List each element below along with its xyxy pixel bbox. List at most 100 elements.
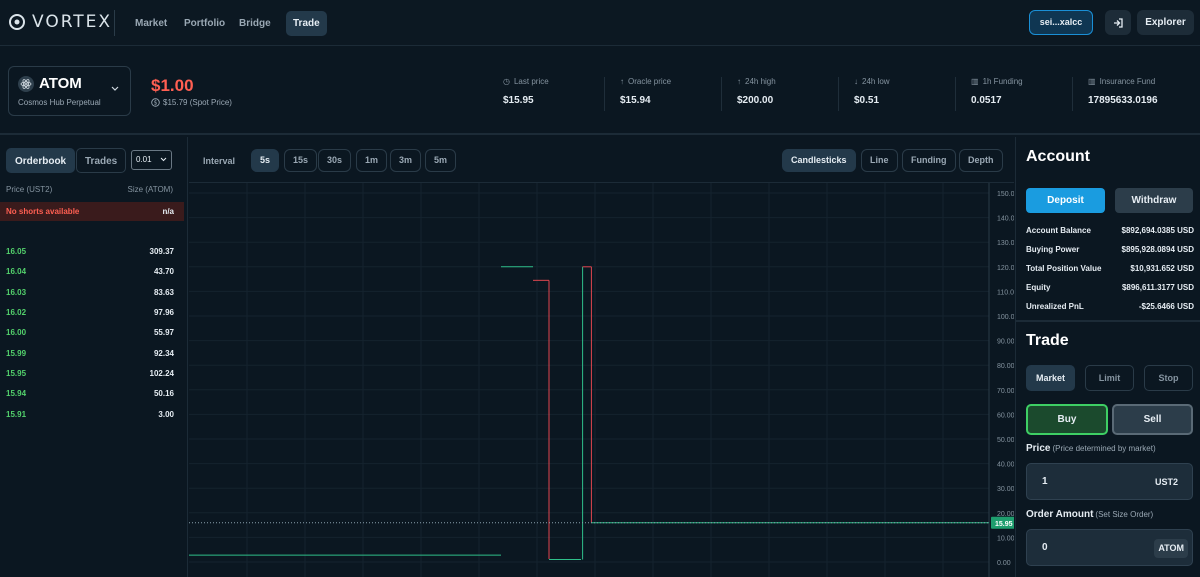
amount-unit: ATOM xyxy=(1154,539,1188,558)
logout-button[interactable] xyxy=(1105,10,1131,35)
amount-label-text: Order Amount xyxy=(1026,509,1094,520)
stat-insurance-fund: ▥ Insurance Fund 17895633.0196 xyxy=(1088,77,1158,112)
y-tick-label: 100.00 xyxy=(997,314,1014,321)
position-value-row: Total Position Value $10,931.652 USD xyxy=(1026,264,1194,280)
sell-button[interactable]: Sell xyxy=(1112,404,1193,435)
amount-label: Order Amount (Set Size Order) xyxy=(1026,509,1153,520)
stat-last-price: ◷ Last price $15.95 xyxy=(503,77,549,112)
tick-size-select[interactable]: 0.01 xyxy=(131,150,172,170)
price-input-value: 1 xyxy=(1042,476,1048,487)
view-depth[interactable]: Depth xyxy=(959,149,1003,172)
bar-chart-icon: ▥ xyxy=(971,77,979,86)
y-tick-label: 140.00 xyxy=(997,216,1014,223)
interval-1m[interactable]: 1m xyxy=(356,149,388,172)
clock-icon: ◷ xyxy=(503,77,510,86)
tab-orderbook[interactable]: Orderbook xyxy=(6,148,76,173)
row-size: 102.24 xyxy=(149,369,174,378)
price-input[interactable]: 1 UST2 xyxy=(1026,463,1193,500)
price-label: Price (Price determined by market) xyxy=(1026,443,1156,454)
stat-label: Insurance Fund xyxy=(1099,77,1156,86)
orderbook-row[interactable]: 15.99 92.34 xyxy=(0,344,184,362)
bar-chart-icon: ▥ xyxy=(1088,77,1096,86)
orderbook-row[interactable]: 16.00 55.97 xyxy=(0,323,184,341)
nav-market[interactable]: Market xyxy=(128,11,174,36)
stat-value: $15.95 xyxy=(503,95,534,106)
spot-price-text: $15.79 (Spot Price) xyxy=(163,98,232,107)
interval-label: Interval xyxy=(203,156,236,166)
deposit-button[interactable]: Deposit xyxy=(1026,188,1105,213)
interval-30s[interactable]: 30s xyxy=(318,149,352,172)
tab-trades[interactable]: Trades xyxy=(76,148,127,173)
row-price: 16.00 xyxy=(6,328,27,337)
order-type-limit[interactable]: Limit xyxy=(1085,365,1134,391)
buy-button[interactable]: Buy xyxy=(1026,404,1108,435)
y-tick-label: 20.00 xyxy=(997,511,1014,518)
stat-divider xyxy=(838,77,839,111)
view-candlesticks[interactable]: Candlesticks xyxy=(782,149,856,172)
dollar-icon: $ xyxy=(151,98,160,107)
orderbook-row[interactable]: 16.05 309.37 xyxy=(0,242,184,260)
nav-trade[interactable]: Trade xyxy=(286,11,327,36)
row-value: $892,694.0385 USD xyxy=(1121,226,1195,235)
stat-divider xyxy=(721,77,722,111)
view-funding[interactable]: Funding xyxy=(902,149,956,172)
orderbook-panel: Orderbook Trades 0.01 Price (UST2) Size … xyxy=(0,137,188,577)
y-tick-label: 60.00 xyxy=(997,412,1014,419)
account-title: Account xyxy=(1026,148,1090,165)
orderbook-row[interactable]: 15.91 3.00 xyxy=(0,405,184,423)
wallet-button[interactable]: sei...xalcc xyxy=(1029,10,1093,35)
y-tick-label: 70.00 xyxy=(997,388,1014,395)
amount-hint: (Set Size Order) xyxy=(1095,510,1154,519)
price-column-header: Price (UST2) xyxy=(6,185,53,194)
y-tick-label: 130.00 xyxy=(997,240,1014,247)
orderbook-row[interactable]: 16.03 83.63 xyxy=(0,283,184,301)
interval-5s[interactable]: 5s xyxy=(251,149,280,172)
row-price: 16.04 xyxy=(6,267,27,276)
orderbook-row[interactable]: 15.94 50.16 xyxy=(0,384,184,402)
row-value: -$25.6466 USD xyxy=(1138,302,1194,311)
row-size: 83.63 xyxy=(153,288,174,297)
svg-text:$: $ xyxy=(154,100,158,107)
stat-24h-low: ↓ 24h low $0.51 xyxy=(854,77,890,112)
view-line[interactable]: Line xyxy=(861,149,898,172)
market-symbol: ATOM xyxy=(39,75,82,92)
stat-label: 24h high xyxy=(745,77,776,86)
amount-input-value: 0 xyxy=(1042,542,1048,553)
no-shorts-row: No shorts available n/a xyxy=(0,202,184,221)
row-size: 55.97 xyxy=(153,328,174,337)
y-tick-label: 120.00 xyxy=(997,265,1014,272)
order-amount-input[interactable]: 0 ATOM xyxy=(1026,529,1193,566)
price-chart[interactable]: 150.00 140.00 130.00 120.00 110.00 100.00 90.0… xyxy=(189,183,1014,577)
stat-value: $15.94 xyxy=(620,95,651,106)
withdraw-button[interactable]: Withdraw xyxy=(1115,188,1193,213)
interval-5m[interactable]: 5m xyxy=(425,149,457,172)
orderbook-row[interactable]: 16.04 43.70 xyxy=(0,262,184,280)
no-shorts-text: No shorts available xyxy=(6,207,80,216)
explorer-button[interactable]: Explorer xyxy=(1137,10,1194,35)
nav-portfolio[interactable]: Portfolio xyxy=(177,11,232,36)
row-price: 15.91 xyxy=(6,410,27,419)
interval-3m[interactable]: 3m xyxy=(390,149,422,172)
orderbook-row[interactable]: 16.02 97.96 xyxy=(0,303,184,321)
trade-title: Trade xyxy=(1026,332,1069,349)
y-tick-label: 50.00 xyxy=(997,437,1014,444)
chart-panel: Interval 5s 15s 30s 1m 3m 5m Candlestick… xyxy=(189,137,1014,577)
stat-divider xyxy=(604,77,605,111)
y-tick-label: 40.00 xyxy=(997,462,1014,469)
last-price-label: 15.95 xyxy=(995,521,1013,528)
interval-15s[interactable]: 15s xyxy=(284,149,318,172)
market-selector[interactable]: ATOM Cosmos Hub Perpetual xyxy=(8,66,131,116)
row-size: 97.96 xyxy=(153,308,174,317)
order-type-market[interactable]: Market xyxy=(1026,365,1075,391)
logo[interactable]: VORTEX xyxy=(8,12,112,32)
app-root: VORTEX Market Portfolio Bridge Trade sei… xyxy=(0,0,1200,577)
nav-bridge[interactable]: Bridge xyxy=(232,11,278,36)
y-tick-label: 90.00 xyxy=(997,339,1014,346)
order-type-stop[interactable]: Stop xyxy=(1144,365,1193,391)
account-balance-row: Account Balance $892,694.0385 USD xyxy=(1026,226,1194,242)
orderbook-row[interactable]: 15.95 102.24 xyxy=(0,364,184,382)
arrow-down-icon: ↓ xyxy=(854,77,858,86)
stat-label: Oracle price xyxy=(628,77,672,86)
row-price: 15.99 xyxy=(6,349,27,358)
stat-1h-funding: ▥ 1h Funding 0.0517 xyxy=(971,77,1023,112)
